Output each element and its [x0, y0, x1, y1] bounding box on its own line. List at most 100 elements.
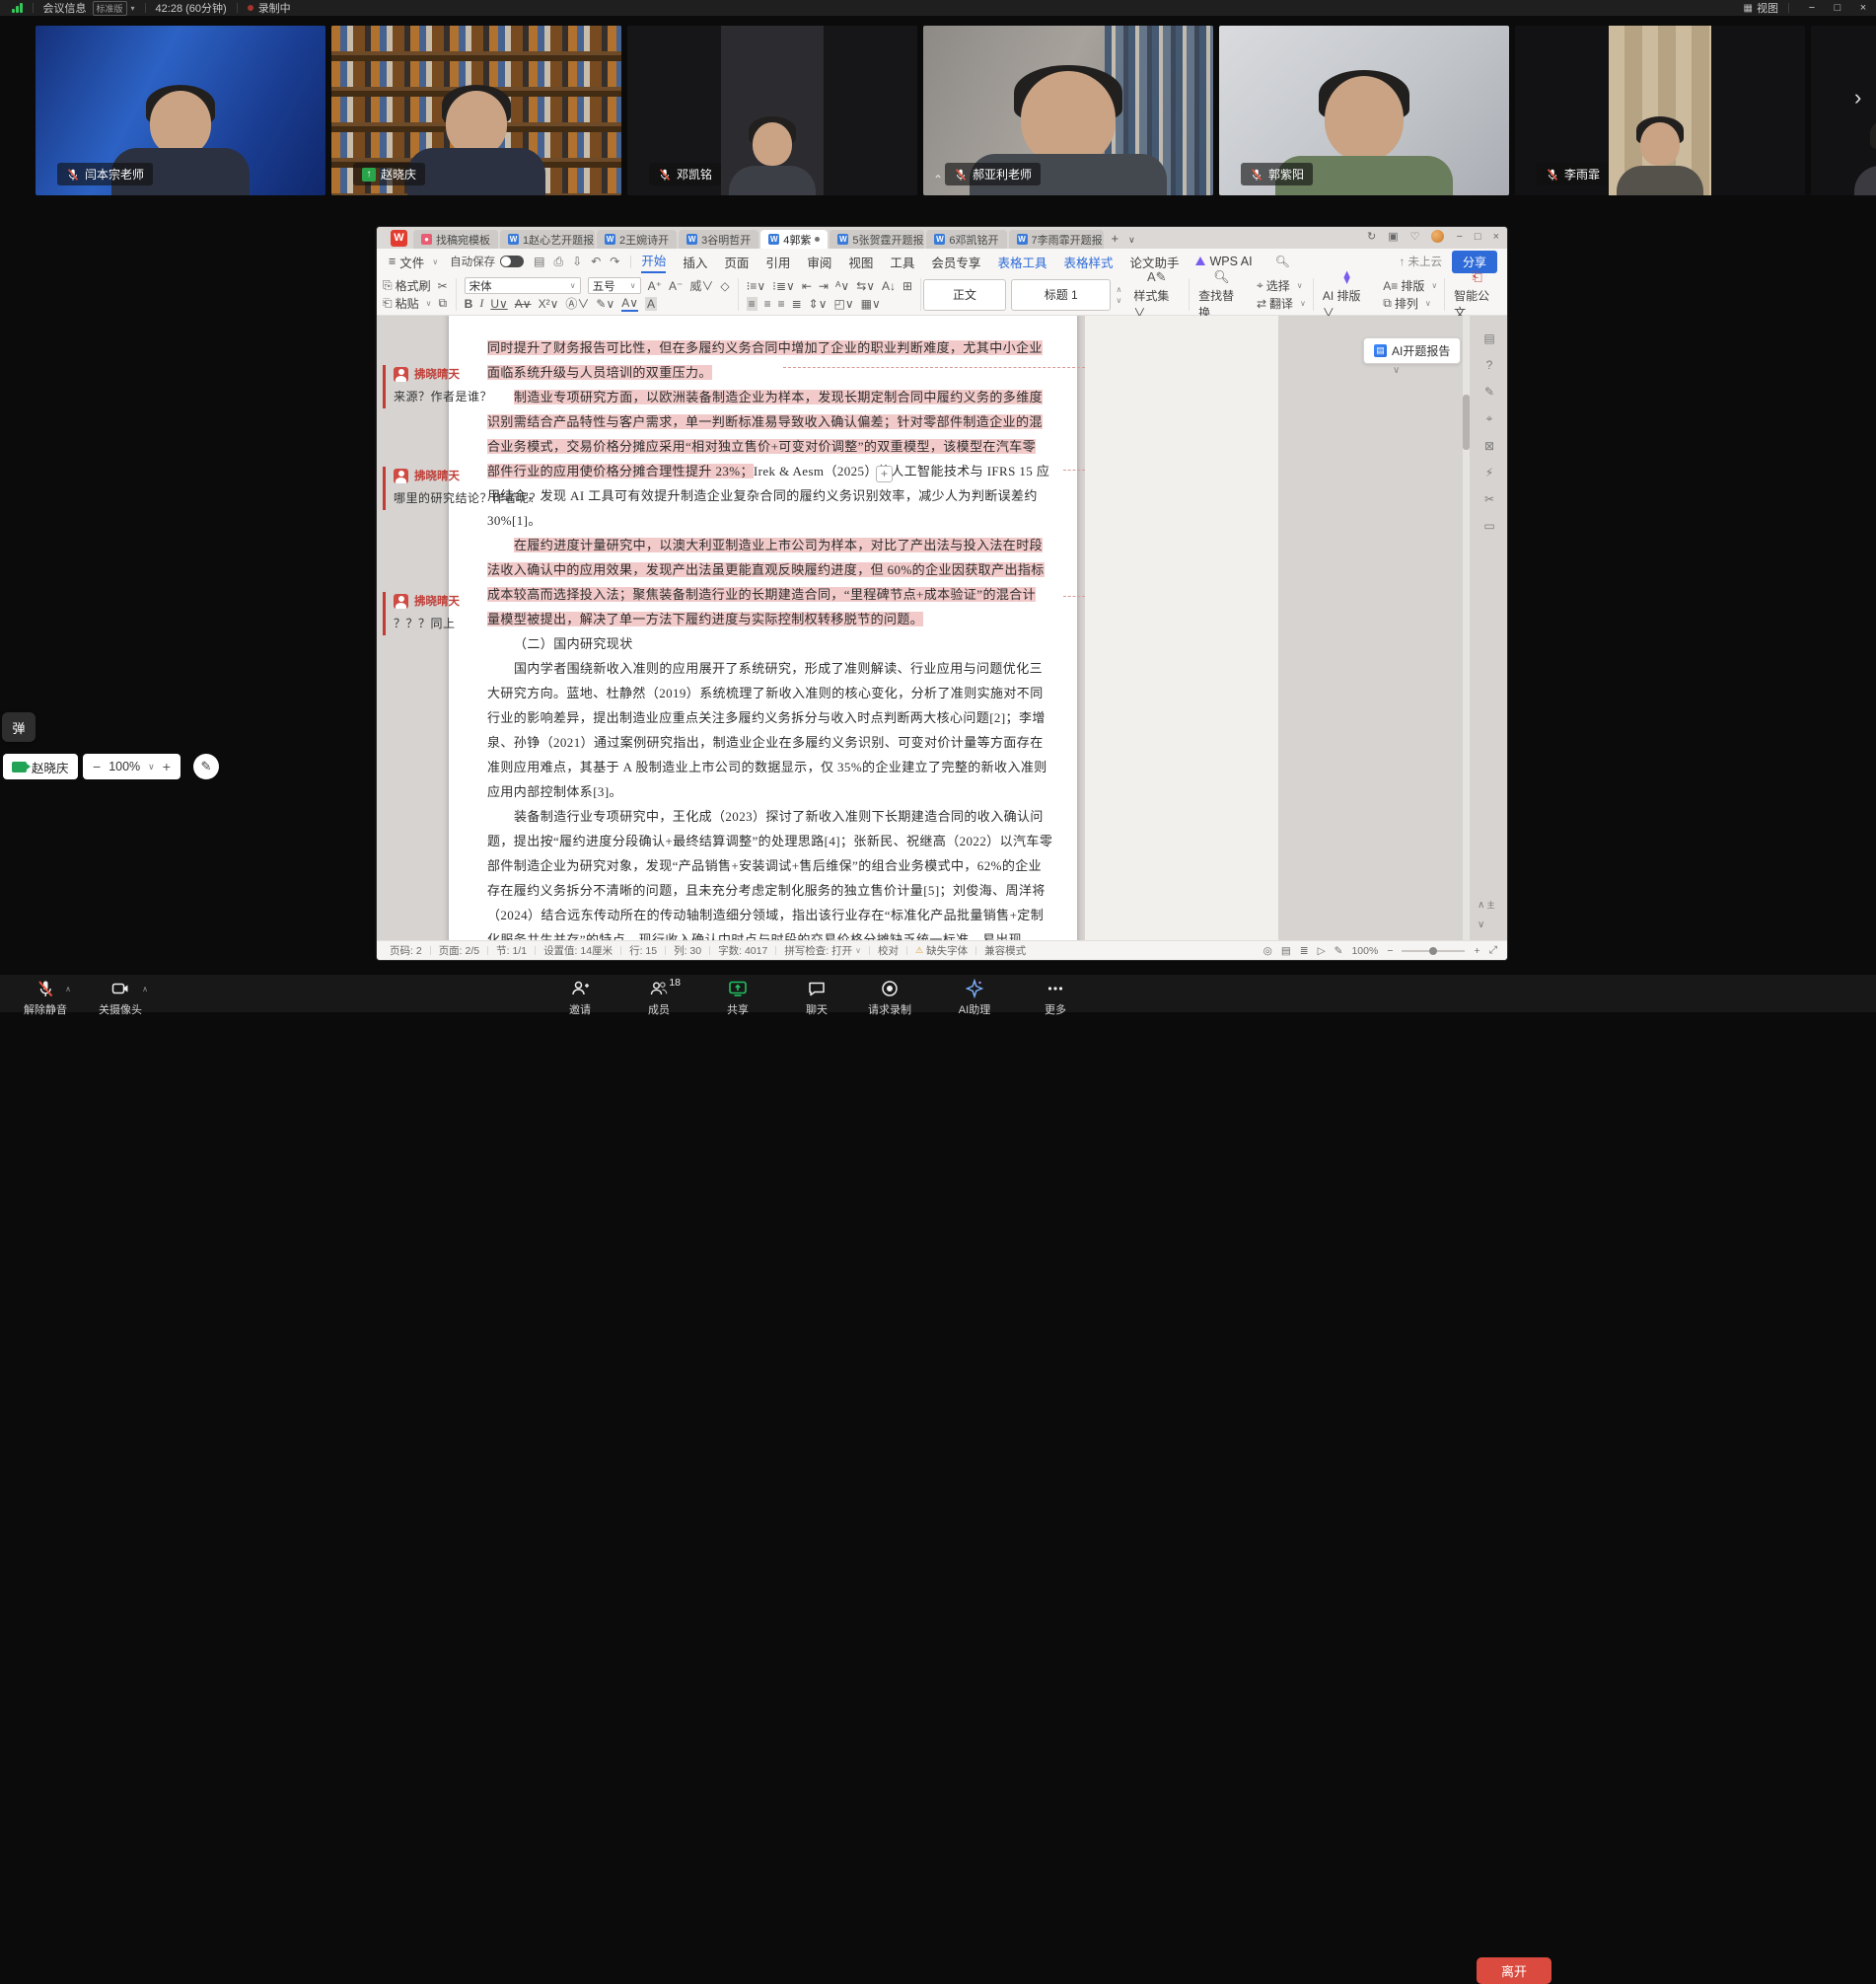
eye-icon[interactable]: ◎: [1263, 945, 1272, 957]
status-item[interactable]: 字数: 4017: [718, 943, 767, 958]
collapse-strip-chevron-icon[interactable]: ⌃: [923, 174, 953, 187]
scroll-participants-right-icon[interactable]: ›: [1854, 85, 1861, 110]
style-heading1-button[interactable]: 标题 1: [1011, 279, 1111, 311]
status-item[interactable]: ⚠缺失字体: [915, 943, 968, 958]
chevron-down-icon[interactable]: ▾: [131, 4, 135, 13]
document-tab[interactable]: W2王婉诗开: [597, 230, 677, 249]
comment-card[interactable]: 拂晓晴天 哪里的研究结论？作者呢？: [383, 467, 562, 510]
view-zoom-control[interactable]: − 100% ∨ +: [83, 754, 180, 779]
share-screen-button[interactable]: 共享: [702, 979, 773, 1017]
mic-device-chevron-icon[interactable]: ∧: [65, 985, 71, 993]
search-icon[interactable]: 🔍︎: [1275, 255, 1290, 268]
zoom-level[interactable]: 100%: [1351, 945, 1378, 957]
camera-device-chevron-icon[interactable]: ∧: [142, 985, 148, 993]
document-tab[interactable]: W7李雨霏开题报: [1009, 230, 1104, 249]
help-icon[interactable]: ?: [1486, 358, 1493, 372]
tab-list-chevron-icon[interactable]: ∨: [1128, 235, 1135, 246]
zoom-slider[interactable]: [1402, 950, 1465, 952]
format-painter-button[interactable]: ⎘格式刷: [383, 277, 431, 294]
pen-mode-icon[interactable]: ✎: [1335, 945, 1343, 957]
copy-icon[interactable]: ⧉: [438, 296, 447, 311]
multi-page-icon[interactable]: ≣: [1300, 945, 1309, 957]
increase-indent-icon[interactable]: ⇥: [819, 279, 829, 293]
ai-assistant-button[interactable]: AI助理: [939, 979, 1010, 1017]
camera-off-button[interactable]: ∧ 关摄像头: [85, 979, 156, 1017]
zoom-chevron-icon[interactable]: ∨: [148, 762, 155, 772]
participant-video[interactable]: 李雨霏: [1515, 26, 1805, 195]
invite-button[interactable]: 邀请: [544, 979, 615, 1017]
vertical-scrollbar[interactable]: [1463, 316, 1470, 940]
quick-tools-icon[interactable]: ⚡︎: [1485, 466, 1493, 479]
status-item[interactable]: 节: 1/1: [496, 943, 527, 958]
play-icon[interactable]: ▷: [1318, 945, 1326, 957]
participant-video[interactable]: 闫本宗老师: [36, 26, 325, 195]
layout-button[interactable]: A≡排版∨: [1383, 277, 1437, 294]
status-item[interactable]: 设置值: 14厘米: [543, 943, 613, 958]
show-marks-icon[interactable]: ⊞: [902, 279, 912, 293]
redo-icon[interactable]: ↷: [610, 255, 619, 268]
sync-icon[interactable]: ↻: [1367, 230, 1376, 243]
bold-button[interactable]: B: [465, 297, 473, 311]
participant-video[interactable]: 郝亚利老师: [923, 26, 1213, 195]
ai-report-button[interactable]: ▤AI开题报告: [1363, 337, 1461, 364]
view-button[interactable]: 视图: [1757, 0, 1778, 16]
char-scale-icon[interactable]: ᴬ∨: [835, 279, 849, 293]
minimize-button[interactable]: −: [1799, 2, 1825, 14]
numbered-list-button[interactable]: ⁝≣∨: [772, 279, 795, 293]
style-set-button[interactable]: A✎样式集∨: [1126, 274, 1187, 315]
menu-home[interactable]: 开始: [641, 251, 666, 273]
smart-official-doc-button[interactable]: ⎗智能公文: [1447, 274, 1507, 315]
fit-page-icon[interactable]: ⤢: [1489, 944, 1497, 957]
presenter-pill[interactable]: 赵晓庆: [3, 754, 78, 779]
scrollbar-thumb[interactable]: [1463, 395, 1470, 450]
meeting-info-button[interactable]: 会议信息: [43, 0, 87, 16]
menu-table-tools[interactable]: 表格工具: [997, 253, 1046, 271]
single-page-icon[interactable]: ▤: [1281, 945, 1291, 957]
document-tab[interactable]: W3谷明哲开: [679, 230, 758, 249]
save-icon[interactable]: ▤: [534, 255, 544, 268]
chat-button[interactable]: 聊天: [781, 979, 852, 1017]
annotate-button[interactable]: ✎: [193, 754, 219, 779]
leave-meeting-button[interactable]: 离开: [1477, 1957, 1551, 1984]
document-tab[interactable]: W6邓凯铭开: [926, 230, 1006, 249]
comment-card[interactable]: 拂晓晴天 来源？作者是谁？: [383, 365, 562, 408]
participant-video-partial[interactable]: [1811, 26, 1876, 195]
bookmark-icon[interactable]: ⊠: [1484, 439, 1494, 453]
unmute-button[interactable]: ∧ 解除静音: [10, 979, 81, 1017]
wps-minimize-button[interactable]: −: [1456, 231, 1462, 243]
status-item[interactable]: 页面: 2/5: [439, 943, 479, 958]
bullet-list-button[interactable]: ⁝≡∨: [747, 279, 766, 293]
underline-button[interactable]: U∨: [490, 297, 507, 311]
line-spacing-icon[interactable]: ⇕∨: [809, 297, 828, 311]
char-shading-button[interactable]: A: [645, 297, 657, 311]
restore-button[interactable]: □: [1825, 2, 1850, 14]
status-item[interactable]: 兼容模式: [984, 943, 1026, 958]
increase-font-icon[interactable]: A⁺: [648, 279, 662, 293]
superscript-button[interactable]: X²∨: [539, 297, 559, 311]
status-item[interactable]: 校对: [878, 943, 899, 958]
ai-layout-button[interactable]: ⧫AI 排版∨: [1316, 274, 1378, 315]
zoom-percent[interactable]: 100%: [108, 760, 140, 773]
strikethrough-button[interactable]: A∨: [515, 297, 532, 311]
cut-icon[interactable]: ✂: [438, 279, 448, 293]
wps-close-button[interactable]: ×: [1493, 231, 1499, 243]
menu-page[interactable]: 页面: [724, 253, 749, 271]
danmaku-button[interactable]: 弹: [2, 712, 36, 742]
zoom-out-button[interactable]: −: [93, 759, 101, 774]
participant-video[interactable]: 郭紫阳: [1219, 26, 1509, 195]
decrease-indent-icon[interactable]: ⇤: [802, 279, 812, 293]
cloud-status[interactable]: ↑ 未上云: [1400, 254, 1442, 269]
autosave-toggle[interactable]: [500, 256, 524, 267]
align-center-icon[interactable]: ≡: [764, 297, 771, 311]
paste-button[interactable]: ⎗粘贴∨: [383, 295, 431, 312]
zoom-out-icon[interactable]: −: [1387, 945, 1393, 957]
menu-reference[interactable]: 引用: [765, 253, 790, 271]
menu-view[interactable]: 视图: [848, 253, 873, 271]
menu-table-style[interactable]: 表格样式: [1063, 253, 1113, 271]
shape-icon[interactable]: ▭: [1483, 519, 1494, 533]
new-tab-button[interactable]: +: [1112, 231, 1119, 246]
status-item[interactable]: 页码: 2: [390, 943, 422, 958]
italic-button[interactable]: I: [479, 296, 483, 311]
translate-button[interactable]: ⇄翻译∨: [1257, 295, 1306, 312]
wps-restore-button[interactable]: □: [1475, 231, 1481, 243]
